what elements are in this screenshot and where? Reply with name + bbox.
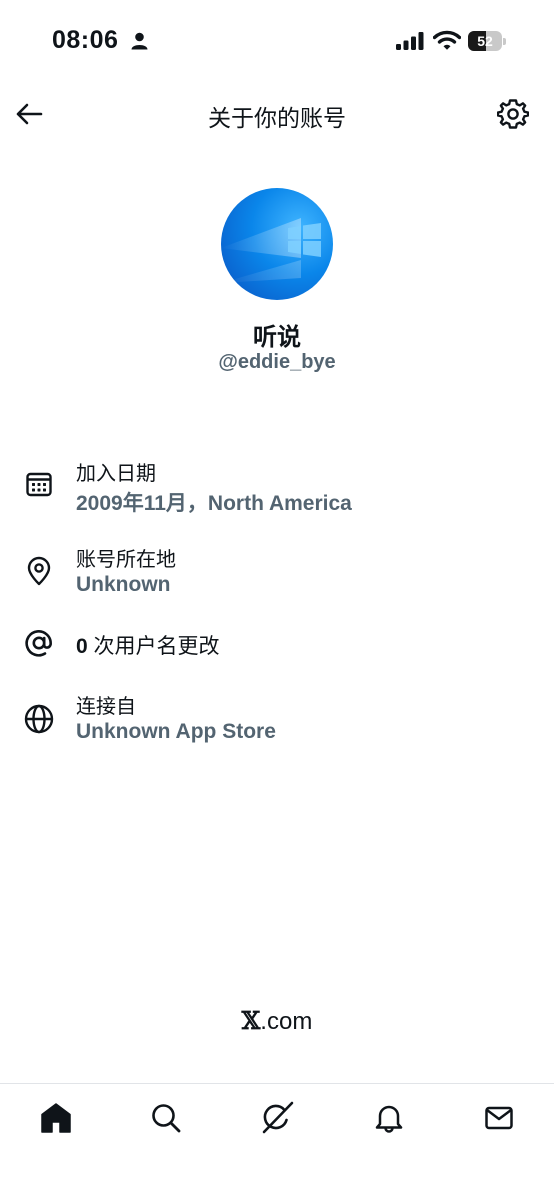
- username-changes: 0 次用户名更改: [76, 630, 220, 660]
- battery-level-text: 52: [477, 33, 493, 49]
- tab-messages[interactable]: [479, 1098, 519, 1138]
- x-logo: 𝕏: [241, 1006, 261, 1035]
- search-icon: [152, 1104, 181, 1133]
- calendar-icon: [23, 468, 55, 500]
- username-changes-count: 0: [76, 635, 88, 658]
- windows-logo-icon: [221, 188, 333, 300]
- at-sign-icon: [23, 627, 55, 659]
- mail-icon: [485, 1106, 513, 1130]
- globe-icon: [23, 703, 55, 735]
- person-icon: [131, 32, 148, 50]
- tab-notifications[interactable]: [369, 1098, 409, 1138]
- username-changes-label: 次用户名更改: [93, 635, 220, 658]
- grok-icon: [262, 1101, 294, 1134]
- home-icon: [41, 1103, 71, 1133]
- settings-button[interactable]: [495, 96, 531, 132]
- tab-grok[interactable]: [257, 1098, 297, 1138]
- connected-via-value: Unknown App Store: [76, 720, 276, 743]
- connected-via-label: 连接自: [76, 696, 136, 718]
- joined-date-value: 2009年11月，North America: [76, 492, 352, 515]
- wifi-icon: [433, 30, 461, 50]
- tab-home[interactable]: [36, 1098, 76, 1138]
- avatar[interactable]: [221, 188, 333, 300]
- joined-date-label: 加入日期: [76, 463, 156, 485]
- page-title: 关于你的账号: [208, 105, 346, 131]
- location-pin-icon: [23, 555, 55, 587]
- x-com-brand: 𝕏.com: [0, 1006, 554, 1036]
- bell-icon: [375, 1105, 403, 1133]
- gear-icon: [497, 99, 529, 129]
- cellular-signal-icon: [396, 32, 424, 50]
- tab-search[interactable]: [146, 1098, 186, 1138]
- location-value: Unknown: [76, 573, 171, 596]
- location-label: 账号所在地: [76, 549, 176, 571]
- username-handle: @eddie_bye: [218, 351, 336, 373]
- display-name: 听说: [253, 324, 301, 351]
- status-time: 08:06: [52, 26, 119, 54]
- battery-indicator: 52: [468, 31, 506, 51]
- tab-bar-divider: [0, 1083, 554, 1084]
- brand-domain: .com: [260, 1008, 313, 1035]
